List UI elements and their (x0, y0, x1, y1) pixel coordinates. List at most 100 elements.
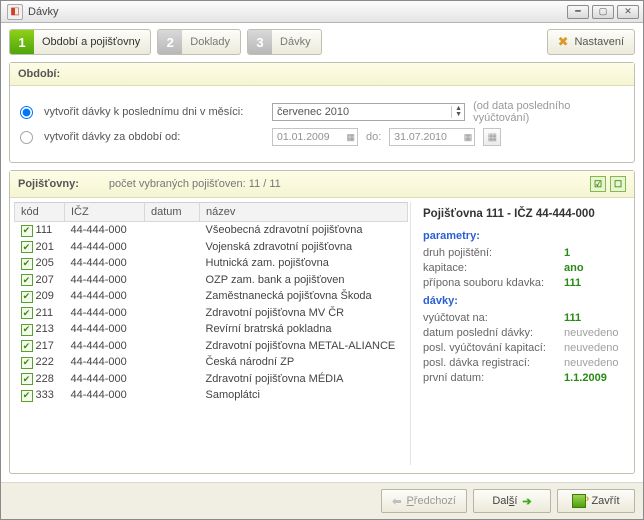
batch-reg-k: posl. dávka registrací: (423, 357, 564, 369)
batch-reg-v: neuvedeno (564, 357, 624, 369)
deselect-all-button[interactable]: ☐ (610, 176, 626, 192)
wizard-step-1[interactable]: 1 Období a pojišťovny (9, 29, 151, 55)
batches-title: dávky: (423, 295, 624, 307)
params-title: parametry: (423, 230, 624, 242)
batch-last-k: datum poslední dávky: (423, 327, 564, 339)
table-row[interactable]: ✔ 21344-444-000Revírní bratrská pokladna (15, 321, 408, 338)
close-button[interactable]: Zavřít (557, 489, 635, 513)
batch-bill-k: vyúčtovat na: (423, 312, 564, 324)
batch-first-k: první datum: (423, 372, 564, 384)
footer: ⬅ Předchozí Další ➔ Zavřít (1, 482, 643, 519)
col-date[interactable]: datum (145, 203, 200, 222)
close-label: Zavřít (591, 495, 619, 507)
exit-icon (572, 494, 586, 508)
table-row[interactable]: ✔ 33344-444-000Samoplátci (15, 387, 408, 404)
settings-label: Nastavení (574, 36, 624, 48)
param-suff-v: 111 (564, 277, 624, 289)
insurers-panel: Pojišťovny: počet vybraných pojišťoven: … (9, 170, 635, 474)
content: 1 Období a pojišťovny 2 Doklady 3 Dávky … (1, 23, 643, 482)
wizard-step-1-num: 1 (10, 30, 34, 54)
calendar-icon: ▦ (464, 132, 473, 143)
wizard-steps: 1 Období a pojišťovny 2 Doklady 3 Dávky … (9, 29, 635, 55)
batch-kap-v: neuvedeno (564, 342, 624, 354)
param-suff-k: přípona souboru kdavka: (423, 277, 564, 289)
table-row[interactable]: ✔ 22244-444-000Česká národní ZP (15, 354, 408, 371)
radio-range-label: vytvořit dávky za období od: (44, 131, 264, 143)
select-all-button[interactable]: ☑ (590, 176, 606, 192)
arrow-right-icon: ➔ (522, 495, 531, 508)
param-druh-k: druh pojištění: (423, 247, 564, 259)
batch-first-v: 1.1.2009 (564, 372, 624, 384)
checkbox-icon[interactable]: ✔ (21, 291, 33, 303)
checkbox-icon[interactable]: ✔ (21, 324, 33, 336)
date-to-value: 31.07.2010 (394, 131, 447, 143)
settings-button[interactable]: ✖ Nastavení (547, 29, 635, 55)
wizard-step-3[interactable]: 3 Dávky (247, 29, 322, 55)
details-panel: Pojišťovna 111 - IČZ 44-444-000 parametr… (415, 202, 630, 465)
period-panel: Období: vytvořit dávky k poslednímu dni … (9, 62, 635, 163)
table-row[interactable]: ✔ 21744-444-000Zdravotní pojišťovna META… (15, 338, 408, 355)
prev-button[interactable]: ⬅ Předchozí (381, 489, 467, 513)
checkbox-icon[interactable]: ✔ (21, 340, 33, 352)
param-druh-v: 1 (564, 247, 624, 259)
month-value: červenec 2010 (277, 106, 349, 118)
month-hint: (od data posledního vyúčtování) (473, 100, 624, 124)
radio-month[interactable] (20, 106, 33, 119)
close-window-button[interactable]: ✕ (617, 5, 639, 19)
table-row[interactable]: ✔ 20944-444-000Zaměstnanecká pojišťovna … (15, 288, 408, 305)
wizard-step-2-label: Doklady (190, 36, 230, 48)
maximize-button[interactable]: ▢ (592, 5, 614, 19)
radio-range[interactable] (20, 131, 33, 144)
insurers-header: Pojišťovny: počet vybraných pojišťoven: … (10, 171, 634, 198)
date-to-input[interactable]: 31.07.2010 ▦ (389, 128, 475, 146)
insurers-title: Pojišťovny: (18, 178, 79, 190)
param-kap-k: kapitace: (423, 262, 564, 274)
wizard-step-3-label: Dávky (280, 36, 311, 48)
table-row[interactable]: ✔ 11144-444-000Všeobecná zdravotní pojiš… (15, 222, 408, 239)
date-from-input[interactable]: 01.01.2009 ▦ (272, 128, 358, 146)
table-row[interactable]: ✔ 20744-444-000OZP zam. bank a pojišťove… (15, 272, 408, 289)
tools-icon: ✖ (558, 34, 569, 50)
batch-last-v: neuvedeno (564, 327, 624, 339)
checkbox-icon[interactable]: ✔ (21, 258, 33, 270)
radio-month-label: vytvořit dávky k poslednímu dni v měsíci… (44, 106, 264, 118)
insurers-table: kód IČZ datum název ✔ 11144-444-000Všeob… (14, 202, 411, 465)
wizard-step-3-num: 3 (248, 30, 272, 54)
table-row[interactable]: ✔ 21144-444-000Zdravotní pojišťovna MV Č… (15, 305, 408, 322)
wizard-step-1-label: Období a pojišťovny (42, 36, 140, 48)
param-kap-v: ano (564, 262, 624, 274)
wizard-step-2[interactable]: 2 Doklady (157, 29, 241, 55)
insurers-count: počet vybraných pojišťoven: 11 / 11 (109, 178, 281, 190)
checkbox-icon[interactable]: ✔ (21, 390, 33, 402)
date-action-button[interactable]: ▦ (483, 128, 501, 146)
table-row[interactable]: ✔ 20144-444-000Vojenská zdravotní pojišť… (15, 239, 408, 256)
checkbox-icon[interactable]: ✔ (21, 357, 33, 369)
checkbox-icon[interactable]: ✔ (21, 373, 33, 385)
col-code[interactable]: kód (15, 203, 65, 222)
checkbox-icon[interactable]: ✔ (21, 274, 33, 286)
next-pre: Dal (492, 495, 509, 507)
spinner-icon[interactable]: ▲▼ (451, 106, 462, 118)
checkbox-icon[interactable]: ✔ (21, 307, 33, 319)
calendar-icon: ▦ (346, 132, 355, 143)
minimize-button[interactable]: ━ (567, 5, 589, 19)
window-title: Dávky (28, 6, 564, 18)
window: ◧ Dávky ━ ▢ ✕ 1 Období a pojišťovny 2 Do… (0, 0, 644, 520)
details-title: Pojišťovna 111 - IČZ 44-444-000 (423, 208, 624, 220)
period-title: Období: (10, 63, 634, 86)
batch-kap-k: posl. vyúčtování kapitací: (423, 342, 564, 354)
wizard-step-2-num: 2 (158, 30, 182, 54)
batch-bill-v: 111 (564, 312, 624, 324)
table-row[interactable]: ✔ 20544-444-000Hutnická zam. pojišťovna (15, 255, 408, 272)
checkbox-icon[interactable]: ✔ (21, 225, 33, 237)
date-to-label: do: (366, 131, 381, 143)
next-post: í (514, 495, 517, 507)
table-row[interactable]: ✔ 22844-444-000Zdravotní pojišťovna MÉDI… (15, 371, 408, 388)
titlebar: ◧ Dávky ━ ▢ ✕ (1, 1, 643, 23)
month-picker[interactable]: červenec 2010 ▲▼ (272, 103, 465, 121)
checkbox-icon[interactable]: ✔ (21, 241, 33, 253)
prev-rest: ředchozí (414, 495, 456, 507)
col-icz[interactable]: IČZ (65, 203, 145, 222)
col-name[interactable]: název (200, 203, 408, 222)
next-button[interactable]: Další ➔ (473, 489, 551, 513)
